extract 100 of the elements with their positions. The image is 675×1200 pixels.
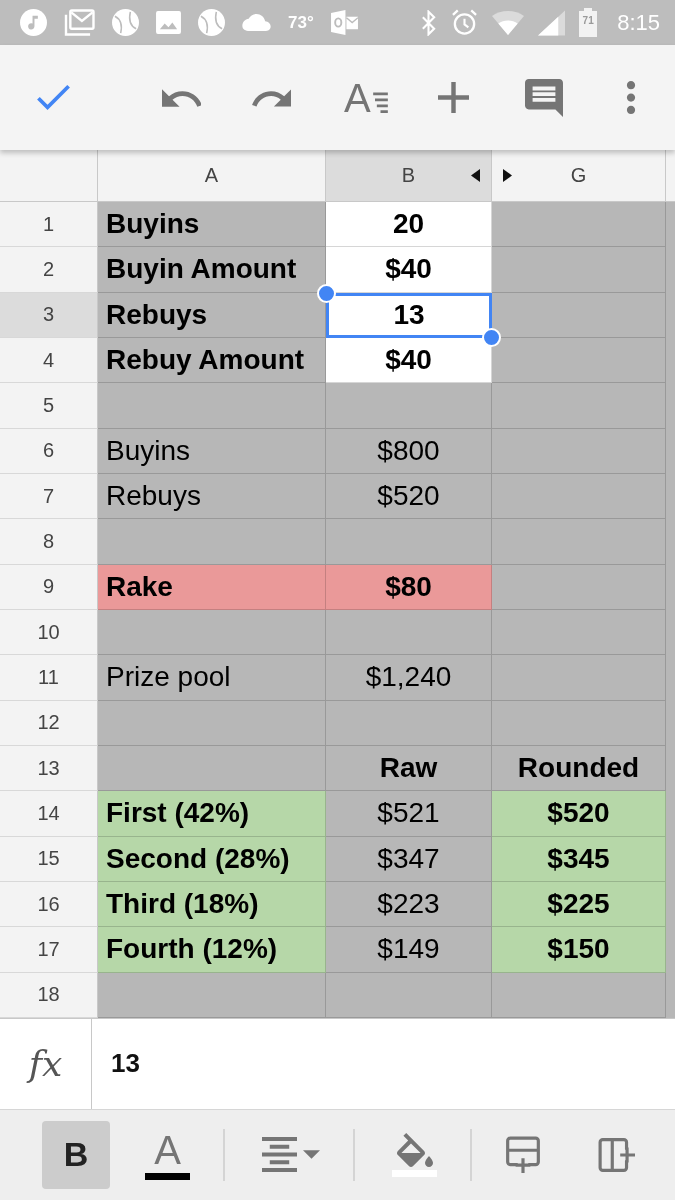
table-cell[interactable]: $1,240 — [326, 655, 492, 701]
table-cell[interactable]: $345 — [492, 836, 666, 882]
signal-icon — [538, 9, 566, 36]
row-header[interactable]: 15 — [0, 836, 98, 882]
table-cell[interactable] — [492, 247, 666, 293]
table-cell[interactable]: $40 — [326, 338, 492, 384]
row-header[interactable]: 6 — [0, 428, 98, 474]
insert-row-icon[interactable] — [505, 1136, 541, 1174]
table-cell[interactable]: Rounded — [492, 745, 666, 792]
table-cell[interactable]: $80 — [326, 564, 492, 610]
row-header[interactable]: 1 — [0, 202, 98, 248]
table-cell[interactable] — [98, 700, 326, 746]
table-cell[interactable] — [492, 383, 666, 429]
caret-icon — [303, 1150, 320, 1160]
table-cell[interactable]: Buyins — [98, 202, 326, 248]
table-cell[interactable]: First (42%) — [98, 791, 326, 837]
row-header[interactable]: 3 — [0, 292, 98, 338]
envelope-icon — [330, 10, 358, 35]
row-header[interactable]: 16 — [0, 881, 98, 928]
table-cell[interactable] — [98, 972, 326, 1018]
text-format-button[interactable]: A — [344, 78, 388, 117]
right-arrow-icon[interactable] — [503, 169, 512, 182]
table-cell[interactable]: Third (18%) — [98, 881, 326, 928]
table-cell[interactable]: Buyin Amount — [98, 247, 326, 293]
table-cell[interactable] — [492, 700, 666, 746]
table-cell[interactable] — [98, 383, 326, 429]
table-cell[interactable]: Second (28%) — [98, 836, 326, 882]
table-cell[interactable]: Rake — [98, 564, 326, 610]
image-icon — [156, 11, 181, 34]
table-cell[interactable]: Raw — [326, 745, 492, 792]
check-icon[interactable] — [37, 85, 70, 110]
text-color-button[interactable]: A — [145, 1129, 190, 1180]
wifi-icon — [492, 10, 525, 35]
table-cell[interactable]: $520 — [326, 473, 492, 520]
table-cell[interactable]: $225 — [492, 881, 666, 928]
table-cell[interactable]: $223 — [326, 881, 492, 928]
cloud-icon — [242, 14, 271, 31]
table-cell[interactable] — [98, 609, 326, 656]
lines-icon — [372, 91, 388, 114]
row-header[interactable]: 18 — [0, 972, 98, 1018]
table-cell[interactable]: $149 — [326, 927, 492, 973]
table-cell[interactable] — [326, 383, 492, 429]
table-cell[interactable]: 20 — [326, 202, 492, 248]
mail-icon — [64, 9, 95, 36]
table-cell[interactable] — [492, 564, 666, 610]
redo-icon[interactable] — [252, 88, 291, 107]
row-header[interactable]: 7 — [0, 473, 98, 520]
table-cell[interactable] — [492, 473, 666, 520]
comment-icon[interactable] — [524, 78, 563, 117]
row-header[interactable]: 5 — [0, 383, 98, 429]
table-cell[interactable] — [98, 745, 326, 792]
undo-icon[interactable] — [162, 88, 201, 107]
row-header[interactable]: 12 — [0, 700, 98, 746]
table-cell[interactable]: Buyins — [98, 428, 326, 474]
row-header[interactable]: 14 — [0, 791, 98, 837]
table-cell[interactable] — [492, 519, 666, 565]
table-cell[interactable]: $520 — [492, 791, 666, 837]
table-cell[interactable]: $800 — [326, 428, 492, 474]
table-cell[interactable] — [492, 202, 666, 248]
row-header[interactable]: 9 — [0, 564, 98, 610]
align-button[interactable] — [262, 1137, 320, 1173]
table-cell[interactable]: Prize pool — [98, 655, 326, 701]
row-header[interactable]: 10 — [0, 609, 98, 656]
table-cell[interactable] — [326, 700, 492, 746]
bold-button[interactable]: B — [42, 1120, 110, 1189]
row-header[interactable]: 2 — [0, 247, 98, 293]
column-header[interactable]: G — [492, 150, 666, 201]
more-menu-icon[interactable] — [625, 81, 636, 114]
row-header[interactable]: 13 — [0, 745, 98, 792]
row-header[interactable]: 4 — [0, 338, 98, 384]
table-cell[interactable]: Fourth (12%) — [98, 927, 326, 973]
plus-icon[interactable] — [437, 82, 469, 113]
table-cell[interactable]: Rebuys — [98, 473, 326, 520]
table-cell[interactable]: $347 — [326, 836, 492, 882]
row-header[interactable]: 11 — [0, 655, 98, 701]
table-cell[interactable] — [492, 609, 666, 656]
column-header[interactable]: B — [326, 150, 492, 201]
row-header[interactable]: 17 — [0, 927, 98, 973]
table-cell[interactable] — [326, 519, 492, 565]
battery-indicator: 71 — [579, 8, 598, 37]
insert-column-icon[interactable] — [598, 1136, 635, 1173]
table-cell[interactable]: 13 — [326, 292, 492, 338]
fill-color-button[interactable] — [392, 1132, 437, 1177]
table-cell[interactable]: $40 — [326, 247, 492, 293]
table-cell[interactable] — [492, 655, 666, 701]
paint-bucket-icon — [395, 1132, 434, 1167]
clock-time: 8:15 — [617, 9, 660, 36]
table-cell[interactable] — [492, 428, 666, 474]
table-cell[interactable] — [492, 338, 666, 384]
table-cell[interactable] — [492, 972, 666, 1018]
table-cell[interactable] — [326, 609, 492, 656]
row-header[interactable]: 8 — [0, 519, 98, 565]
table-cell[interactable]: $521 — [326, 791, 492, 837]
left-arrow-icon[interactable] — [471, 169, 480, 182]
ball-icon — [112, 9, 139, 36]
table-cell[interactable]: $150 — [492, 927, 666, 973]
table-cell[interactable] — [326, 972, 492, 1018]
formula-input[interactable]: 13 — [92, 1018, 675, 1109]
table-cell[interactable] — [98, 519, 326, 565]
table-cell[interactable]: Rebuy Amount — [98, 338, 326, 384]
